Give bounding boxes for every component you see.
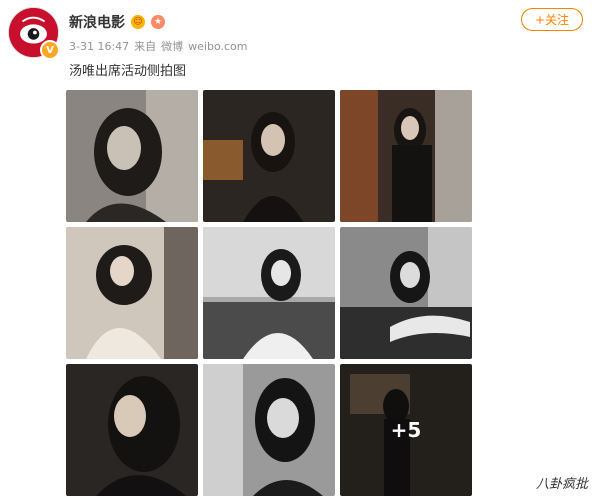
- photo-tile-7[interactable]: [66, 364, 198, 496]
- photo-tile-3[interactable]: [340, 90, 472, 222]
- more-photos-count[interactable]: +5: [340, 364, 472, 496]
- photo-tile-4[interactable]: [66, 227, 198, 359]
- member-badge-icon: ★: [151, 15, 165, 29]
- follow-button[interactable]: +关注: [521, 8, 583, 31]
- fan-badge-icon: ☺: [131, 15, 145, 29]
- source-site[interactable]: weibo.com: [188, 40, 247, 53]
- author-name[interactable]: 新浪电影: [69, 12, 125, 32]
- verified-badge-icon: V: [40, 40, 60, 60]
- photo-tile-8[interactable]: [203, 364, 335, 496]
- photo-tile-9-more[interactable]: +5: [340, 364, 472, 496]
- author-line: 新浪电影 ☺ ★: [69, 12, 165, 32]
- post-meta: 3-31 16:47 来自 微博 weibo.com: [69, 38, 248, 54]
- post-timestamp[interactable]: 3-31 16:47: [69, 40, 129, 53]
- watermark: 八卦疯批: [536, 477, 589, 492]
- source-prefix: 来自: [134, 40, 157, 53]
- source-app[interactable]: 微博: [161, 38, 183, 54]
- post-text: 汤唯出席活动侧拍图: [69, 64, 187, 79]
- photo-tile-1[interactable]: [66, 90, 198, 222]
- photo-tile-2[interactable]: [203, 90, 335, 222]
- photo-tile-5[interactable]: [203, 227, 335, 359]
- photo-tile-6[interactable]: [340, 227, 472, 359]
